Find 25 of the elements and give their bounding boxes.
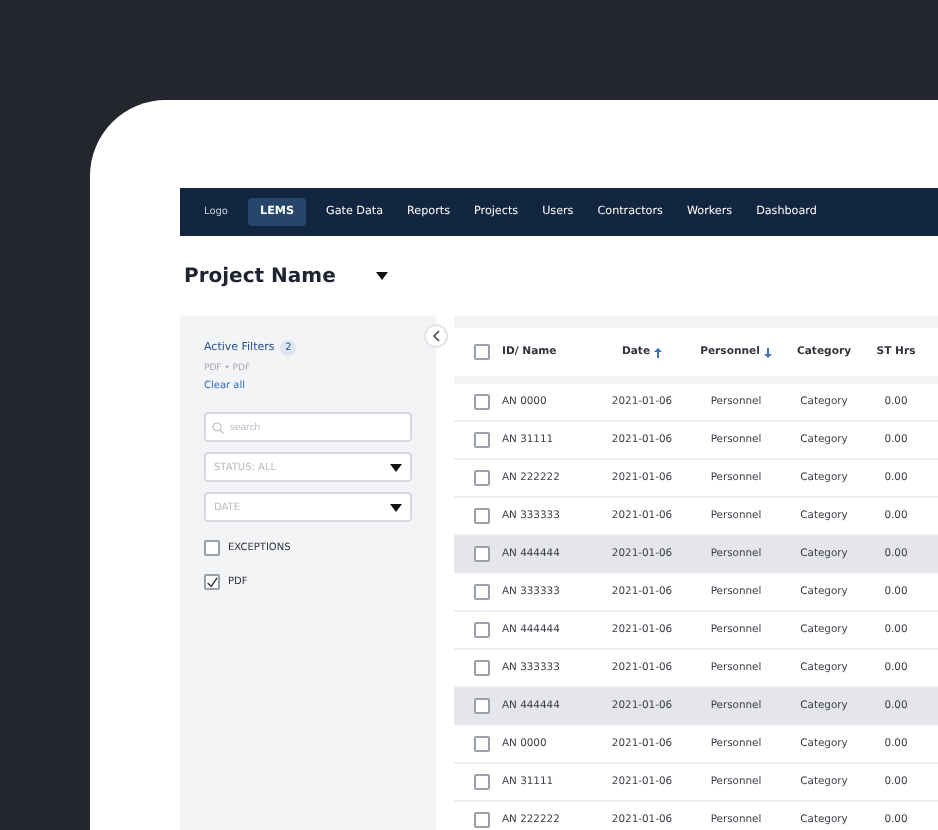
row-checkbox[interactable] bbox=[474, 660, 490, 676]
project-title: Project Name bbox=[184, 265, 336, 287]
checkbox[interactable] bbox=[204, 574, 220, 590]
row-checkbox[interactable] bbox=[474, 394, 490, 410]
row-checkbox[interactable] bbox=[474, 584, 490, 600]
row-checkbox[interactable] bbox=[474, 812, 490, 828]
caret-icon bbox=[390, 503, 402, 511]
select-all-checkbox[interactable] bbox=[474, 344, 490, 360]
row-checkbox[interactable] bbox=[474, 546, 490, 562]
row-checkbox[interactable] bbox=[474, 736, 490, 752]
row-checkbox[interactable] bbox=[474, 508, 490, 524]
caret-icon bbox=[375, 272, 388, 280]
chevron-left-icon bbox=[432, 330, 440, 342]
row-checkbox[interactable] bbox=[474, 432, 490, 448]
caret-icon bbox=[390, 463, 402, 471]
collapse-button[interactable] bbox=[424, 324, 448, 348]
sort-down-icon bbox=[763, 347, 772, 357]
row-checkbox[interactable] bbox=[474, 774, 490, 790]
search-icon bbox=[212, 421, 224, 433]
sort-up-icon bbox=[654, 347, 663, 357]
row-checkbox[interactable] bbox=[474, 470, 490, 486]
row-checkbox[interactable] bbox=[474, 622, 490, 638]
row-checkbox[interactable] bbox=[474, 698, 490, 714]
checkbox[interactable] bbox=[204, 540, 220, 556]
check-icon bbox=[206, 575, 218, 589]
